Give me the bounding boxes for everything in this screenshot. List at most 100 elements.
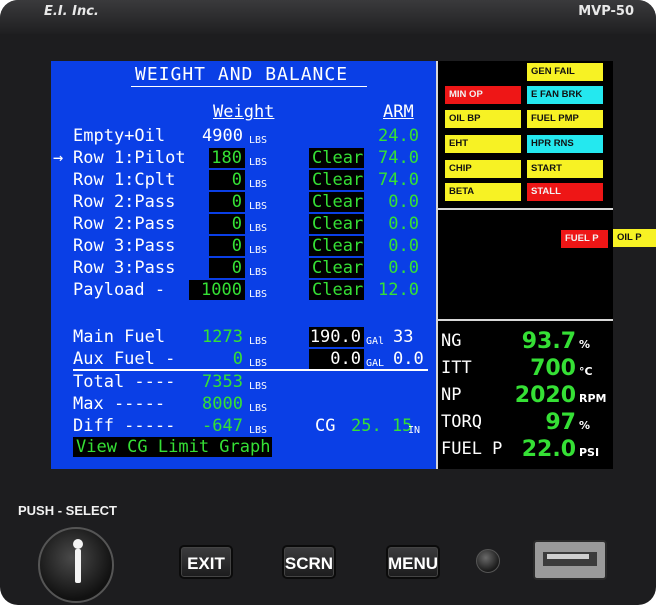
row-weight-field[interactable]: 0 [209, 236, 245, 256]
device-bezel: E.I. Inc. MVP-50 WEIGHT AND BALANCE Weig… [0, 0, 656, 605]
engine-param-label: TORQ [441, 412, 482, 432]
max-value: 8000 [202, 394, 243, 414]
weight-unit: LBS [249, 135, 268, 146]
engine-param-unit: °C [579, 365, 593, 378]
engine-param-unit: PSI [579, 446, 600, 459]
row-arm: 0.0 [388, 258, 419, 278]
row-arm: 0.0 [388, 214, 419, 234]
engine-readout-row: ITT 700 °C [436, 356, 613, 382]
main-fuel-gal-field[interactable]: 190.0 [309, 327, 364, 347]
clear-button[interactable]: Clear [309, 192, 364, 212]
annunciator: GEN FAIL [527, 63, 603, 81]
title-underline [131, 86, 367, 87]
annunciator: CHIP [445, 160, 521, 178]
scrn-button[interactable]: SCRN [282, 545, 336, 579]
warning-annunciator: FUEL P [561, 230, 608, 248]
row-label: Row 1:Cplt [73, 170, 176, 190]
push-select-label: PUSH - SELECT [18, 503, 117, 518]
clear-button[interactable]: Clear [309, 148, 364, 168]
row-label: Row 3:Pass [73, 236, 176, 256]
engine-param-label: FUEL P [441, 439, 503, 459]
page-title: WEIGHT AND BALANCE [135, 64, 349, 85]
knob-indicator-dot [73, 539, 83, 549]
engine-readout-row: NP 2020 RPM [436, 383, 613, 409]
weight-unit: LBS [249, 223, 268, 234]
clear-button[interactable]: Clear [309, 236, 364, 256]
weight-balance-panel: WEIGHT AND BALANCE Weight ARM Empty+Oil … [51, 61, 436, 469]
engine-param-value: 93.7 [521, 329, 576, 354]
gal-unit: GAl [366, 336, 385, 347]
clear-button[interactable]: Clear [309, 258, 364, 278]
weight-unit: LBS [249, 381, 268, 392]
main-fuel-label: Main Fuel [73, 327, 166, 347]
weight-unit: LBS [249, 179, 268, 190]
cg-label: CG [315, 416, 336, 436]
brand-logo: E.I. Inc. [44, 4, 99, 19]
exit-button[interactable]: EXIT [179, 545, 233, 579]
aux-fuel-gal-field[interactable]: 0.0 [309, 349, 364, 369]
cg-unit: IN [408, 425, 421, 436]
usb-contact [547, 554, 589, 559]
row-weight-field[interactable]: 180 [209, 148, 245, 168]
clear-button[interactable]: Clear [309, 170, 364, 190]
row-arm: 74.0 [378, 170, 419, 190]
warning-annunciator: OIL P [613, 229, 656, 247]
row-label: Row 1:Pilot [73, 148, 186, 168]
cg-value: 25. 15 [351, 416, 413, 436]
weight-unit: LBS [249, 157, 268, 168]
payload-weight-field[interactable]: 1000 [189, 280, 245, 300]
selection-pointer-icon: → [53, 148, 64, 168]
annunciator: MIN OP [445, 86, 521, 104]
weight-unit: LBS [249, 336, 268, 347]
annunciator: E FAN BRK [527, 86, 603, 104]
diff-label: Diff ----- [73, 416, 176, 436]
weight-unit: LBS [249, 267, 268, 278]
clear-button-payload[interactable]: Clear [309, 280, 364, 300]
annunciator: HPR RNS [527, 135, 603, 153]
row-label: Row 2:Pass [73, 192, 176, 212]
engine-param-unit: RPM [579, 392, 607, 405]
payload-label: Payload - [73, 280, 166, 300]
row-arm: 74.0 [378, 148, 419, 168]
row-weight-field[interactable]: 0 [209, 214, 245, 234]
engine-param-label: NP [441, 385, 462, 405]
knob-indicator-line [75, 549, 81, 583]
annunciator: EHT [445, 135, 521, 153]
weight-unit: LBS [249, 201, 268, 212]
engine-param-value: 2020 [514, 383, 576, 408]
menu-button[interactable]: MENU [386, 545, 440, 579]
usb-port[interactable] [533, 540, 607, 580]
clear-button[interactable]: Clear [309, 214, 364, 234]
totals-divider [73, 369, 428, 371]
view-cg-limit-graph-button[interactable]: View CG Limit Graph [73, 437, 272, 457]
annunciator: FUEL PMP [527, 110, 603, 128]
annunciator: START [527, 160, 603, 178]
weight-unit: LBS [249, 403, 268, 414]
section-divider [436, 208, 613, 210]
row-arm: 0.0 [388, 192, 419, 212]
engine-readout-row: FUEL P 22.0 PSI [436, 437, 613, 463]
engine-readout-row: NG 93.7% [436, 329, 613, 355]
empty-weight: 4900 [202, 126, 243, 146]
diff-value: -647 [202, 416, 243, 436]
empty-arm: 24.0 [378, 126, 419, 146]
weight-unit: LBS [249, 289, 268, 300]
section-divider [436, 319, 613, 321]
engine-param-unit: % [579, 338, 591, 351]
weight-unit: LBS [249, 358, 268, 369]
annunciator: BETA [445, 183, 521, 201]
model-label: MVP-50 [578, 4, 634, 19]
aux-fuel-label: Aux Fuel - [73, 349, 176, 369]
status-led [476, 549, 500, 573]
row-arm: 0.0 [388, 236, 419, 256]
row-label: Row 2:Pass [73, 214, 176, 234]
weight-column-header: Weight [213, 102, 275, 122]
push-select-knob[interactable] [38, 527, 114, 603]
row-weight-field[interactable]: 0 [209, 258, 245, 278]
row-label: Row 3:Pass [73, 258, 176, 278]
engine-param-unit: % [579, 419, 591, 432]
row-weight-field[interactable]: 0 [209, 170, 245, 190]
payload-arm: 12.0 [378, 280, 419, 300]
row-weight-field[interactable]: 0 [209, 192, 245, 212]
gal-unit: GAL [366, 358, 385, 369]
